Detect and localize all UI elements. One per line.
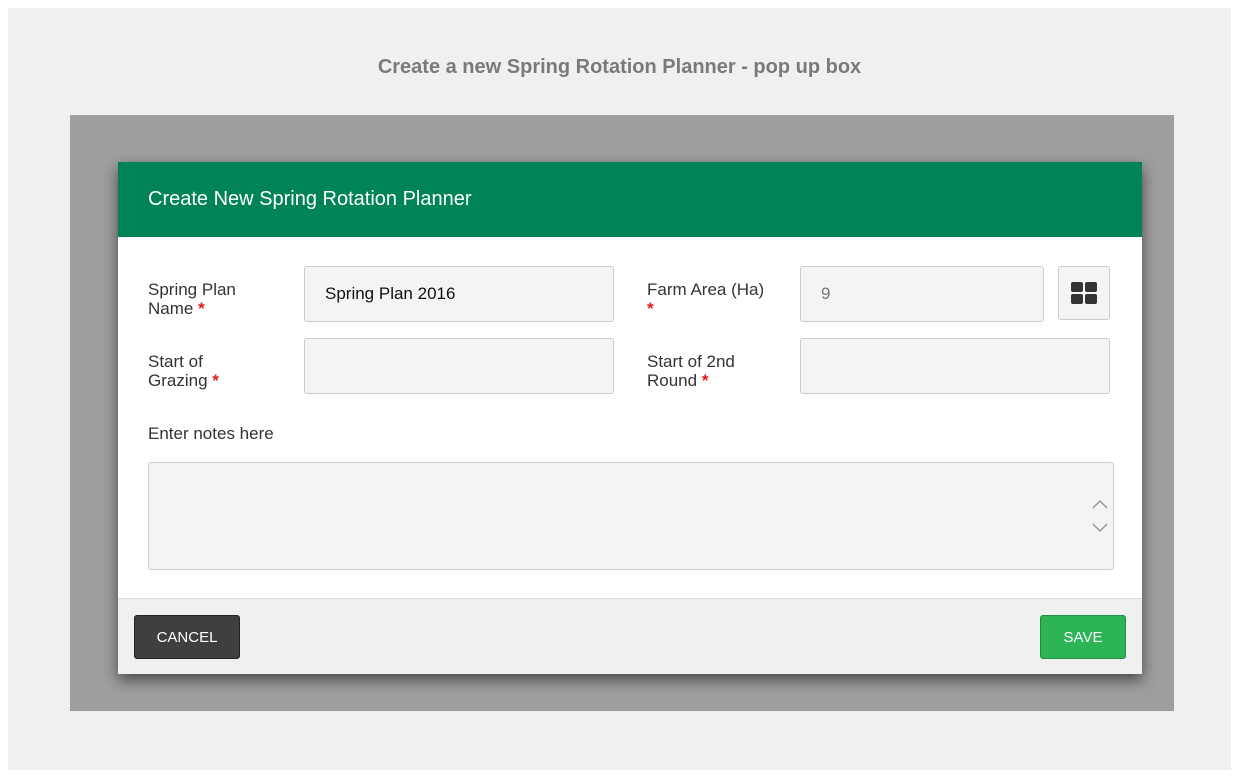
chevron-down-icon[interactable] xyxy=(1092,523,1108,533)
farm-area-grid-button[interactable] xyxy=(1058,266,1110,320)
start-of-2nd-round-input[interactable] xyxy=(800,338,1110,394)
notes-label: Enter notes here xyxy=(148,424,274,443)
dialog-footer: CANCEL SAVE xyxy=(118,598,1142,674)
farm-area-input[interactable]: 9 xyxy=(800,266,1044,322)
start-of-2nd-round-label: Start of 2nd Round * xyxy=(647,352,735,390)
required-marker: * xyxy=(212,371,219,390)
notes-textarea[interactable] xyxy=(148,462,1114,570)
page-panel: Create a new Spring Rotation Planner - p… xyxy=(8,8,1231,770)
grid-icon xyxy=(1071,282,1097,304)
start-of-grazing-label: Start of Grazing * xyxy=(148,352,219,390)
required-marker: * xyxy=(701,371,709,390)
spring-plan-name-label: Spring Plan Name * xyxy=(148,280,236,318)
save-button[interactable]: SAVE xyxy=(1040,615,1126,659)
create-planner-dialog: Create New Spring Rotation Planner Sprin… xyxy=(118,162,1142,674)
dialog-title: Create New Spring Rotation Planner xyxy=(148,188,472,210)
modal-overlay: Create New Spring Rotation Planner Sprin… xyxy=(70,115,1174,711)
start-of-grazing-input[interactable] xyxy=(304,338,614,394)
page-heading: Create a new Spring Rotation Planner - p… xyxy=(377,56,862,78)
required-marker: * xyxy=(647,299,654,318)
notes-scrollbar[interactable] xyxy=(1087,463,1113,569)
cancel-button[interactable]: CANCEL xyxy=(134,615,240,659)
required-marker: * xyxy=(198,299,205,318)
dialog-header: Create New Spring Rotation Planner xyxy=(118,162,1142,237)
farm-area-label: Farm Area (Ha) * xyxy=(647,280,765,318)
spring-plan-name-input[interactable]: Spring Plan 2016 xyxy=(304,266,614,322)
chevron-up-icon[interactable] xyxy=(1092,499,1108,509)
